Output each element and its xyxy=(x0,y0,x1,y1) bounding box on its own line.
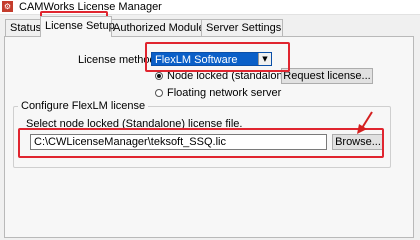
title-bar: ⚙ CAMWorks License Manager xyxy=(0,0,420,15)
flexlm-group-title: Configure FlexLM license xyxy=(18,99,149,113)
floating-server-label[interactable]: Floating network server xyxy=(167,86,281,100)
license-method-label: License method xyxy=(78,54,156,66)
license-method-dropdown[interactable]: FlexLM Software ▼ xyxy=(151,52,272,66)
tab-strip: Status License Setup Authorized Modules … xyxy=(0,15,420,37)
tab-license-setup[interactable]: License Setup xyxy=(40,16,115,37)
license-method-value: FlexLM Software xyxy=(155,54,238,66)
tab-status[interactable]: Status xyxy=(5,19,45,36)
browse-button[interactable]: Browse... xyxy=(332,134,384,150)
app-icon: ⚙ xyxy=(2,1,13,12)
window-title: CAMWorks License Manager xyxy=(19,1,162,13)
request-license-button[interactable]: Request license... xyxy=(281,68,373,84)
license-file-path-field[interactable]: C:\CWLicenseManager\teksoft_SSQ.lic xyxy=(30,134,327,150)
tab-server-settings[interactable]: Server Settings xyxy=(201,19,283,36)
floating-server-radio[interactable] xyxy=(155,89,163,97)
tab-authorized-modules[interactable]: Authorized Modules xyxy=(108,19,210,36)
node-locked-radio[interactable] xyxy=(155,72,163,80)
chevron-down-icon[interactable]: ▼ xyxy=(258,53,271,65)
node-locked-label[interactable]: Node locked (standalone) xyxy=(167,69,292,83)
license-file-prompt: Select node locked (Standalone) license … xyxy=(26,118,243,130)
